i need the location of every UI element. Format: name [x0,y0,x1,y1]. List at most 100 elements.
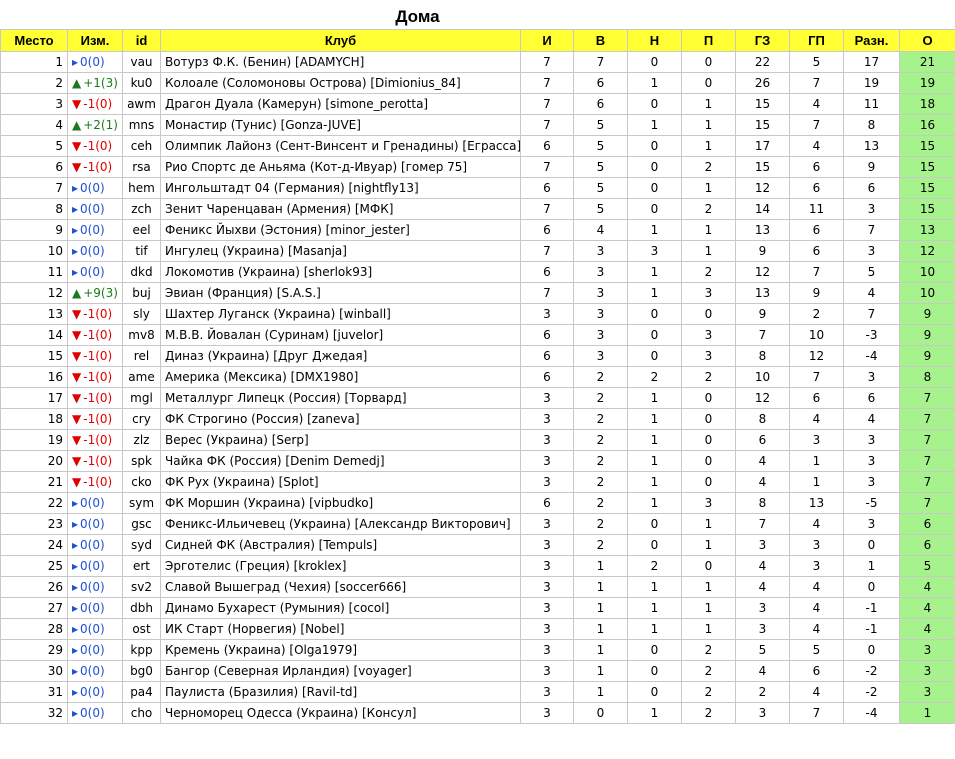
cell-goals-for: 12 [735,177,790,199]
cell-club[interactable]: Эрготелис (Греция) [kroklex] [160,555,521,577]
header-draws[interactable]: Н [627,29,682,52]
header-losses[interactable]: П [681,29,736,52]
cell-club[interactable]: Славой Вышеград (Чехия) [soccer666] [160,576,521,598]
table-row[interactable]: 26 ▸ 0(0) sv2 Славой Вышеград (Чехия) [socce… [0,576,955,598]
cell-club[interactable]: Шахтер Луганск (Украина) [winball] [160,303,521,325]
table-row[interactable]: 32 ▸ 0(0) cho Черноморец Одесса (Украина) [К… [0,702,955,724]
table-row[interactable]: 24 ▸ 0(0) syd Сидней ФК (Австралия) [Tempuls… [0,534,955,556]
cell-losses: 3 [681,324,736,346]
change-value: 0(0) [80,664,105,678]
cell-goal-diff: 17 [843,51,900,73]
cell-points: 21 [899,51,955,73]
table-row[interactable]: 13 ▼ -1(0) sly Шахтер Луганск (Украина) [win… [0,303,955,325]
cell-club[interactable]: Драгон Дуала (Камерун) [simone_perotta] [160,93,521,115]
table-row[interactable]: 9 ▸ 0(0) eel Феникс Йыхви (Эстония) [minor_j… [0,219,955,241]
table-row[interactable]: 10 ▸ 0(0) tif Ингулец (Украина) [Masanja] 7 3 3… [0,240,955,262]
cell-club[interactable]: Колоале (Соломоновы Острова) [Dimionius_… [160,72,521,94]
cell-place: 13 [0,303,68,325]
table-row[interactable]: 6 ▼ -1(0) rsa Рио Спортс де Аньяма (Кот-д-Ив… [0,156,955,178]
cell-draws: 1 [627,597,682,619]
cell-club[interactable]: Черноморец Одесса (Украина) [Консул] [160,702,521,724]
header-goals-against[interactable]: ГП [789,29,844,52]
cell-club[interactable]: ИК Старт (Норвегия) [Nobel] [160,618,521,640]
cell-club[interactable]: Рио Спортс де Аньяма (Кот-д-Ивуар) [гоме… [160,156,521,178]
table-row[interactable]: 25 ▸ 0(0) ert Эрготелис (Греция) [kroklex] 3 1… [0,555,955,577]
table-row[interactable]: 11 ▸ 0(0) dkd Локомотив (Украина) [sherlok93… [0,261,955,283]
cell-id: pa4 [122,681,161,703]
table-row[interactable]: 20 ▼ -1(0) spk Чайка ФК (Россия) [Denim Deme… [0,450,955,472]
cell-place: 25 [0,555,68,577]
header-id[interactable]: id [122,29,161,52]
table-row[interactable]: 2 ▲ +1(3) ku0 Колоале (Соломоновы Острова) [… [0,72,955,94]
table-row[interactable]: 4 ▲ +2(1) mns Монастир (Тунис) [Gonza-JUVE] 7… [0,114,955,136]
cell-club[interactable]: Америка (Мексика) [DMX1980] [160,366,521,388]
table-row[interactable]: 1 ▸ 0(0) vau Вотурз Ф.К. (Бенин) [ADAMYCH] 7 7… [0,51,955,73]
cell-club[interactable]: Верес (Украина) [Serp] [160,429,521,451]
header-played[interactable]: И [520,29,574,52]
cell-club[interactable]: Олимпик Лайонз (Сент-Винсент и Гренадины… [160,135,521,157]
cell-club[interactable]: ФК Моршин (Украина) [vipbudko] [160,492,521,514]
table-row[interactable]: 23 ▸ 0(0) gsc Феникс-Ильичевец (Украина) [Ал… [0,513,955,535]
cell-club[interactable]: Сидней ФК (Австралия) [Tempuls] [160,534,521,556]
cell-club[interactable]: Ингулец (Украина) [Masanja] [160,240,521,262]
cell-club[interactable]: Локомотив (Украина) [sherlok93] [160,261,521,283]
cell-club[interactable]: Бангор (Северная Ирландия) [voyager] [160,660,521,682]
header-wins[interactable]: В [573,29,628,52]
table-row[interactable]: 16 ▼ -1(0) ame Америка (Мексика) [DMX1980] 6 2… [0,366,955,388]
table-row[interactable]: 19 ▼ -1(0) zlz Верес (Украина) [Serp] 3 2 1 0 6 3 3… [0,429,955,451]
arrow-down-icon: ▼ [72,391,82,405]
table-row[interactable]: 12 ▲ +9(3) buj Эвиан (Франция) [S.A.S.] 7 3 1 3 1… [0,282,955,304]
table-row[interactable]: 15 ▼ -1(0) rel Диназ (Украина) [Друг Джедая]… [0,345,955,367]
cell-change: ▲ +9(3) [67,282,123,304]
cell-goals-for: 4 [735,450,790,472]
cell-played: 6 [520,177,574,199]
header-goal-diff[interactable]: Разн. [843,29,900,52]
cell-played: 7 [520,72,574,94]
table-row[interactable]: 5 ▼ -1(0) ceh Олимпик Лайонз (Сент-Винсент и… [0,135,955,157]
cell-club[interactable]: ФК Строгино (Россия) [zaneva] [160,408,521,430]
table-row[interactable]: 27 ▸ 0(0) dbh Динамо Бухарест (Румыния) [coc… [0,597,955,619]
cell-change: ▸ 0(0) [67,513,123,535]
table-row[interactable]: 14 ▼ -1(0) mv8 М.В.В. Йовалан (Суринам) [juv… [0,324,955,346]
table-row[interactable]: 28 ▸ 0(0) ost ИК Старт (Норвегия) [Nobel] 3 1 1… [0,618,955,640]
cell-club[interactable]: Чайка ФК (Россия) [Denim Demedj] [160,450,521,472]
table-row[interactable]: 7 ▸ 0(0) hem Ингольштадт 04 (Германия) [nigh… [0,177,955,199]
header-points[interactable]: О [899,29,955,52]
cell-place: 22 [0,492,68,514]
table-row[interactable]: 29 ▸ 0(0) kpp Кремень (Украина) [Olga1979] 3 1… [0,639,955,661]
cell-wins: 5 [573,198,628,220]
table-row[interactable]: 31 ▸ 0(0) pa4 Паулиста (Бразилия) [Ravil-td]… [0,681,955,703]
table-row[interactable]: 17 ▼ -1(0) mgl Металлург Липецк (Россия) [То… [0,387,955,409]
cell-club[interactable]: Эвиан (Франция) [S.A.S.] [160,282,521,304]
cell-wins: 4 [573,219,628,241]
table-row[interactable]: 21 ▼ -1(0) cko ФК Рух (Украина) [Splot] 3 2 1 0 4… [0,471,955,493]
header-change[interactable]: Изм. [67,29,123,52]
cell-club[interactable]: Диназ (Украина) [Друг Джедая] [160,345,521,367]
cell-points: 7 [899,429,955,451]
table-row[interactable]: 8 ▸ 0(0) zch Зенит Чаренцаван (Армения) [МФК… [0,198,955,220]
table-row[interactable]: 3 ▼ -1(0) awm Драгон Дуала (Камерун) [simone… [0,93,955,115]
cell-club[interactable]: Кремень (Украина) [Olga1979] [160,639,521,661]
cell-wins: 0 [573,702,628,724]
table-row[interactable]: 22 ▸ 0(0) sym ФК Моршин (Украина) [vipbudko]… [0,492,955,514]
cell-club[interactable]: Динамо Бухарест (Румыния) [cocol] [160,597,521,619]
cell-club[interactable]: Монастир (Тунис) [Gonza-JUVE] [160,114,521,136]
cell-club[interactable]: Зенит Чаренцаван (Армения) [МФК] [160,198,521,220]
cell-draws: 0 [627,681,682,703]
change-value: 0(0) [80,580,105,594]
table-row[interactable]: 18 ▼ -1(0) cry ФК Строгино (Россия) [zaneva]… [0,408,955,430]
cell-club[interactable]: Феникс Йыхви (Эстония) [minor_jester] [160,219,521,241]
cell-club[interactable]: Металлург Липецк (Россия) [Торвард] [160,387,521,409]
change-value: -1(0) [83,370,113,384]
header-place[interactable]: Место [0,29,68,52]
cell-club[interactable]: М.В.В. Йовалан (Суринам) [juvelor] [160,324,521,346]
cell-club[interactable]: Ингольштадт 04 (Германия) [nightfly13] [160,177,521,199]
cell-club[interactable]: ФК Рух (Украина) [Splot] [160,471,521,493]
cell-club[interactable]: Паулиста (Бразилия) [Ravil-td] [160,681,521,703]
table-row[interactable]: 30 ▸ 0(0) bg0 Бангор (Северная Ирландия) [vo… [0,660,955,682]
cell-club[interactable]: Вотурз Ф.К. (Бенин) [ADAMYCH] [160,51,521,73]
cell-losses: 0 [681,408,736,430]
cell-club[interactable]: Феникс-Ильичевец (Украина) [Александр Ви… [160,513,521,535]
header-goals-for[interactable]: ГЗ [735,29,790,52]
header-club[interactable]: Клуб [160,29,521,52]
